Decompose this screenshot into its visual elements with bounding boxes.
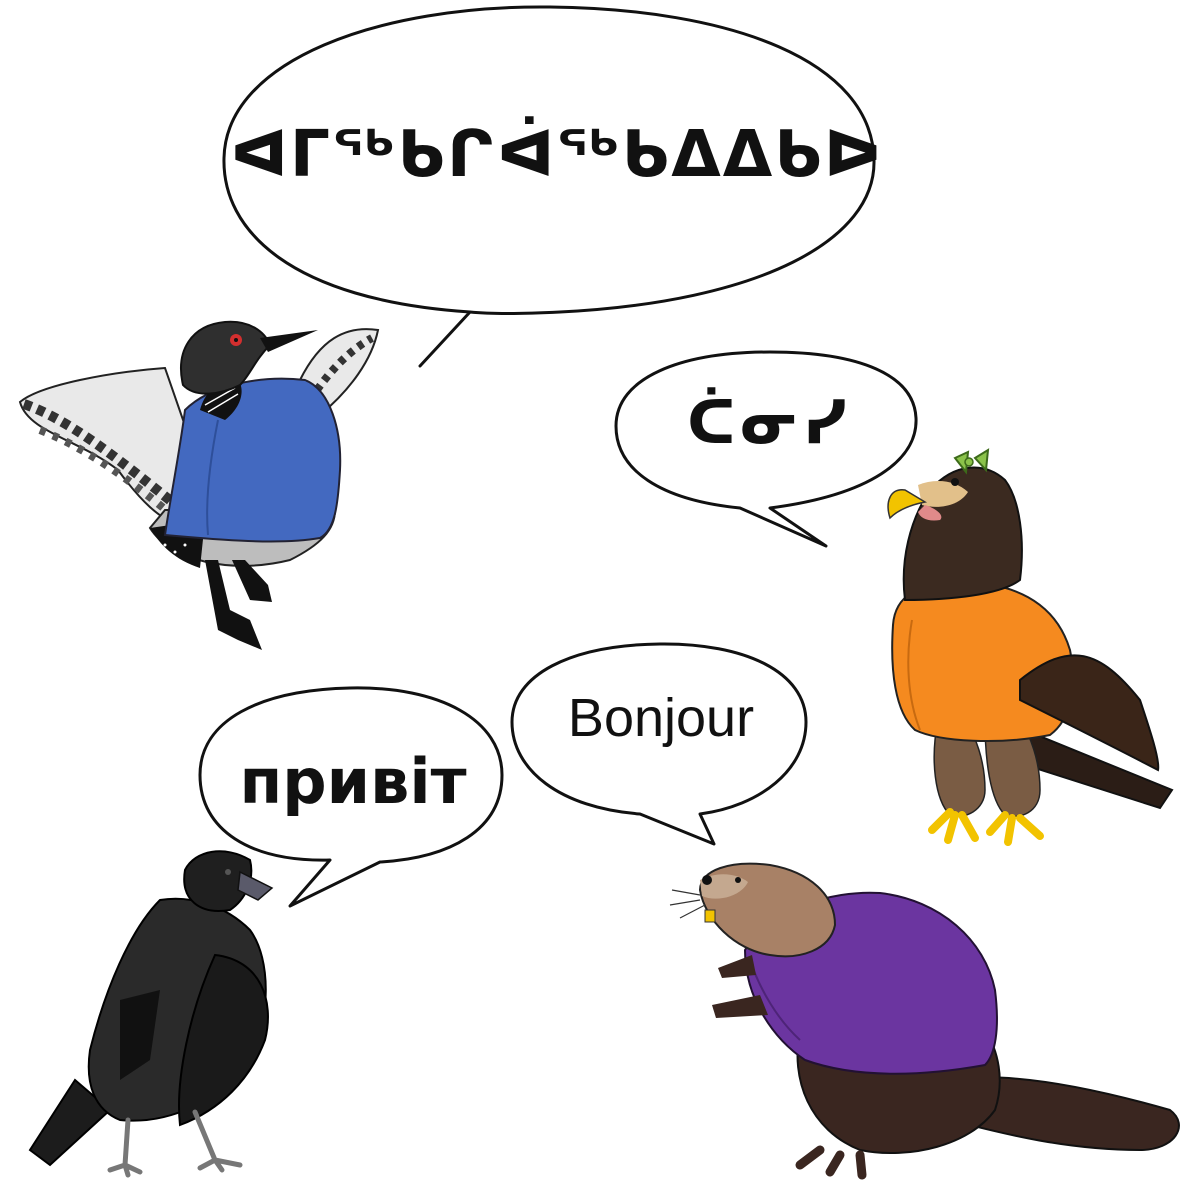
eagle-greeting-text: ᑖᓂᓯ (687, 388, 851, 458)
raven-greeting-text: привіт (239, 745, 467, 818)
raven-icon (28, 850, 274, 1178)
eagle-icon (887, 448, 1174, 846)
loon-icon (18, 320, 380, 650)
eagle-sweater (891, 580, 1074, 743)
loon-sweater (163, 377, 342, 543)
beaver-greeting-text: Bonjour (567, 688, 755, 748)
loon-greeting-text: ᐊᒥᖅᑲᒋᐋᖅᑲᐃᐃᑲᐅ (230, 118, 884, 192)
beaver-icon (669, 862, 1180, 1180)
